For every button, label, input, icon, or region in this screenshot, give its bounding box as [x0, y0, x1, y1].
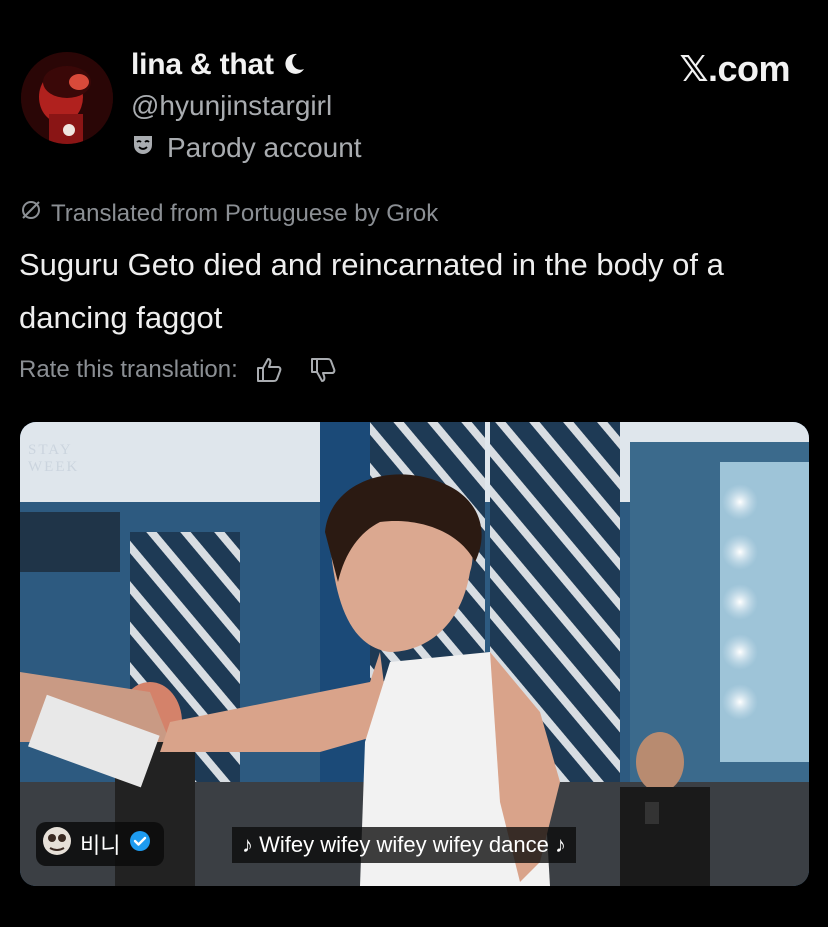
thumbs-down-icon[interactable]	[308, 355, 338, 385]
media-user-chip[interactable]: 비니	[36, 822, 165, 866]
translate-icon	[19, 198, 43, 229]
thumbs-up-icon[interactable]	[254, 355, 284, 385]
theater-mask-icon	[131, 132, 155, 164]
media-username: 비니	[80, 833, 121, 858]
brand-logo: 𝕏.com	[679, 48, 790, 89]
watermark-line-2: WEEK	[28, 459, 80, 475]
verified-badge-icon	[128, 829, 152, 859]
rate-label: Rate this translation:	[19, 356, 238, 383]
moon-icon	[282, 50, 306, 84]
avatar[interactable]	[21, 52, 113, 144]
handle[interactable]: @hyunjinstargirl	[131, 90, 332, 122]
media-video[interactable]: STAY WEEK 비니 ♪ Wifey wifey wifey wifey d…	[20, 422, 809, 886]
parody-label-text: Parody account	[167, 132, 362, 163]
translation-note: Translated from Portuguese by Grok	[19, 198, 438, 229]
display-name[interactable]: lina & that	[131, 48, 306, 84]
tweet-text: Suguru Geto died and reincarnated in the…	[19, 247, 724, 335]
parody-label: Parody account	[131, 132, 362, 164]
tweet-header: lina & that @hyunjinstargirl Parody acco…	[0, 0, 828, 170]
video-subtitle: ♪ Wifey wifey wifey wifey dance ♪	[232, 827, 576, 863]
watermark-line-1: STAY	[28, 442, 73, 458]
video-frame	[20, 422, 809, 886]
user-avatar-icon	[42, 826, 72, 862]
translation-note-text: Translated from Portuguese by Grok	[51, 199, 439, 227]
rate-translation: Rate this translation:	[19, 355, 338, 385]
display-name-text: lina & that	[131, 48, 274, 81]
channel-watermark: STAY WEEK	[28, 442, 79, 476]
